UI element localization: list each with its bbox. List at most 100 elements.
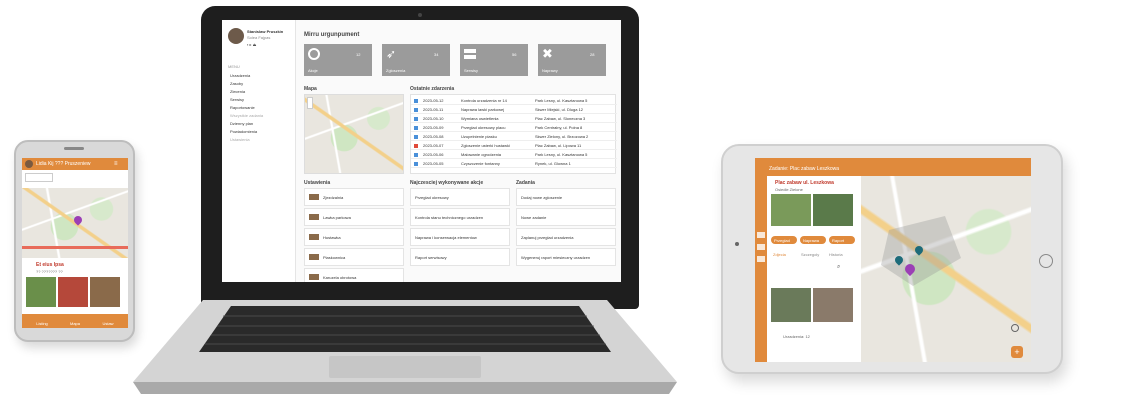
events-table: 2023-05-12 Kontrola urzadzenia nr 14 Par… xyxy=(410,94,617,174)
tools-icon: ✖ xyxy=(542,46,553,61)
tablet-detail-panel: Plac zabaw ul. Leszkowa Osiedle Zielone … xyxy=(767,176,861,362)
card-subtitle: Osiedle Zielone xyxy=(775,187,803,192)
phone-map[interactable] xyxy=(22,188,128,258)
nav-item-map[interactable]: Mapa xyxy=(65,321,85,326)
photo-thumbnail[interactable] xyxy=(58,277,88,307)
nav-item-settings[interactable]: Ustaw xyxy=(98,321,118,326)
nav-item-listing[interactable]: Listing xyxy=(32,321,52,326)
photo-thumbnail[interactable] xyxy=(813,288,853,322)
tile-count: 28 xyxy=(590,52,595,57)
add-button[interactable]: + xyxy=(1011,346,1023,358)
list-item[interactable]: Piaskownica xyxy=(304,248,404,266)
photo-thumbnail[interactable] xyxy=(26,277,56,307)
sidebar-item[interactable]: Zasoby xyxy=(230,81,292,86)
table-row[interactable]: 2023-05-06 Malowanie ogrodzenia Park Les… xyxy=(411,151,617,159)
avatar[interactable] xyxy=(228,28,244,44)
table-row[interactable]: 2023-05-09 Przeglad okresowy placu Park … xyxy=(411,124,617,132)
locate-icon[interactable] xyxy=(1011,324,1019,332)
tile-count: 34 xyxy=(434,52,439,57)
list-item[interactable]: Lawka parkowa xyxy=(304,208,404,226)
home-button[interactable] xyxy=(1039,254,1053,268)
table-row[interactable]: 2023-05-10 Wymiana oswietlenia Plac Zaba… xyxy=(411,115,617,123)
event-desc: Wymiana oswietlenia xyxy=(461,116,499,121)
list-item[interactable]: Zjezdzalnia xyxy=(304,188,404,206)
item-label: Naprawa i konserwacja elementow xyxy=(415,235,477,240)
server-icon xyxy=(464,55,476,59)
table-row[interactable]: 2023-05-07 Zgloszenie usterki hustawki P… xyxy=(411,142,617,150)
item-label: Zjezdzalnia xyxy=(323,195,344,200)
panel-footer: Urzadzenia: 12 xyxy=(783,334,810,339)
laptop-map[interactable] xyxy=(304,94,404,174)
tab-details[interactable]: Szczegoly xyxy=(801,252,829,257)
event-desc: Przeglad okresowy placu xyxy=(461,125,506,130)
status-icon xyxy=(414,162,418,166)
item-label: Dodaj nowe zgloszenie xyxy=(521,195,563,200)
table-row[interactable]: 2023-05-05 Czyszczenie fontanny Rynek, u… xyxy=(411,160,617,168)
item-label: Wygeneruj raport miesieczny urzadzen xyxy=(521,255,591,260)
list-item[interactable]: Nowe zadanie xyxy=(516,208,616,226)
table-row[interactable]: 2023-05-11 Naprawa lawki parkowej Skwer … xyxy=(411,106,617,114)
sidebar-item[interactable]: Powiadomienia xyxy=(230,129,292,134)
search-icon[interactable]: ⌕ xyxy=(837,264,840,271)
sidebar-item[interactable]: Zlecenia xyxy=(230,89,292,94)
list-item[interactable]: Raport serwisowy xyxy=(410,248,510,266)
event-date: 2023-05-12 xyxy=(423,98,444,103)
list-item[interactable]: Przeglad okresowy xyxy=(410,188,510,206)
tablet-screen: Zadanie: Plac zabaw Leszkowa Plac zabaw … xyxy=(755,158,1031,362)
tile-requests[interactable]: ➶ Zgloszenia 34 xyxy=(382,44,450,76)
nav-icon[interactable] xyxy=(757,244,765,250)
user-actions[interactable]: ▪ ▸ ⏏ xyxy=(247,42,287,47)
tile-actions[interactable]: Akcje 12 xyxy=(304,44,372,76)
photo-thumbnail[interactable] xyxy=(813,194,853,226)
sidebar-item[interactable]: Urzadzenia xyxy=(230,73,292,78)
nav-icon[interactable] xyxy=(757,256,765,262)
sidebar-item[interactable]: Dzienny plan xyxy=(230,121,292,126)
map-pin-icon[interactable] xyxy=(72,214,84,226)
event-desc: Czyszczenie fontanny xyxy=(461,161,500,166)
list-item[interactable]: Kontrola stanu technicznego urzadzen xyxy=(410,208,510,226)
event-date: 2023-05-08 xyxy=(423,134,444,139)
event-desc: Kontrola urzadzenia nr 14 xyxy=(461,98,507,103)
tile-services[interactable]: Serwisy 56 xyxy=(460,44,528,76)
list-item[interactable]: Dodaj nowe zgloszenie xyxy=(516,188,616,206)
item-label: Piaskownica xyxy=(323,255,346,260)
sidebar-item[interactable]: Serwisy xyxy=(230,97,292,102)
photo-thumbnail[interactable] xyxy=(90,277,120,307)
zoom-control[interactable] xyxy=(307,97,313,109)
item-label: Hustawka xyxy=(323,235,341,240)
action-chip[interactable]: Naprawa xyxy=(800,236,826,244)
tab-history[interactable]: Historia xyxy=(829,252,857,257)
col3-title: Zadania xyxy=(516,180,535,186)
search-input[interactable] xyxy=(25,173,53,182)
tablet-map[interactable]: + xyxy=(861,176,1031,362)
action-chip[interactable]: Raport xyxy=(829,236,855,244)
photo-thumbnail[interactable] xyxy=(771,288,811,322)
table-row[interactable]: 2023-05-08 Uzupelnienie piasku Skwer Zie… xyxy=(411,133,617,141)
list-item[interactable]: Naprawa i konserwacja elementow xyxy=(410,228,510,246)
sidebar-item[interactable]: Raportowanie xyxy=(230,105,292,110)
avatar[interactable] xyxy=(25,160,33,168)
events-panel-title: Ostatnie zdarzenia xyxy=(410,86,455,92)
event-date: 2023-05-09 xyxy=(423,125,444,130)
sidebar-item[interactable]: Wszystkie zadania xyxy=(230,113,292,118)
item-icon xyxy=(309,254,319,260)
nav-icon[interactable] xyxy=(757,232,765,238)
sidebar-item[interactable]: Ustawienia xyxy=(230,137,292,142)
action-chip[interactable]: Przeglad xyxy=(771,236,797,244)
menu-icon[interactable]: ≡ xyxy=(114,161,122,167)
list-item[interactable]: Zaplanuj przeglad urzadzenia xyxy=(516,228,616,246)
event-date: 2023-05-07 xyxy=(423,143,444,148)
event-date: 2023-05-11 xyxy=(423,107,444,112)
card-title: Plac zabaw ul. Leszkowa xyxy=(775,180,834,186)
col2-title: Najczesciej wykonywane akcje xyxy=(410,180,484,186)
tile-repairs[interactable]: ✖ Naprawy 28 xyxy=(538,44,606,76)
table-row[interactable]: 2023-05-12 Kontrola urzadzenia nr 14 Par… xyxy=(411,97,617,105)
laptop-screen: Stanislaw Pruszkin Solea Fajpas ▪ ▸ ⏏ ME… xyxy=(222,20,621,282)
user-name: Stanislaw Pruszkin xyxy=(247,29,284,34)
list-item[interactable]: Hustawka xyxy=(304,228,404,246)
list-item[interactable]: Karuzela obrotowa xyxy=(304,268,404,282)
photo-thumbnail[interactable] xyxy=(771,194,811,226)
tab-photos[interactable]: Zdjecia xyxy=(773,252,801,257)
list-item[interactable]: Wygeneruj raport miesieczny urzadzen xyxy=(516,248,616,266)
phone-detail-card[interactable]: Et eius Ipsa ?? ??????? ?? xyxy=(22,258,128,316)
